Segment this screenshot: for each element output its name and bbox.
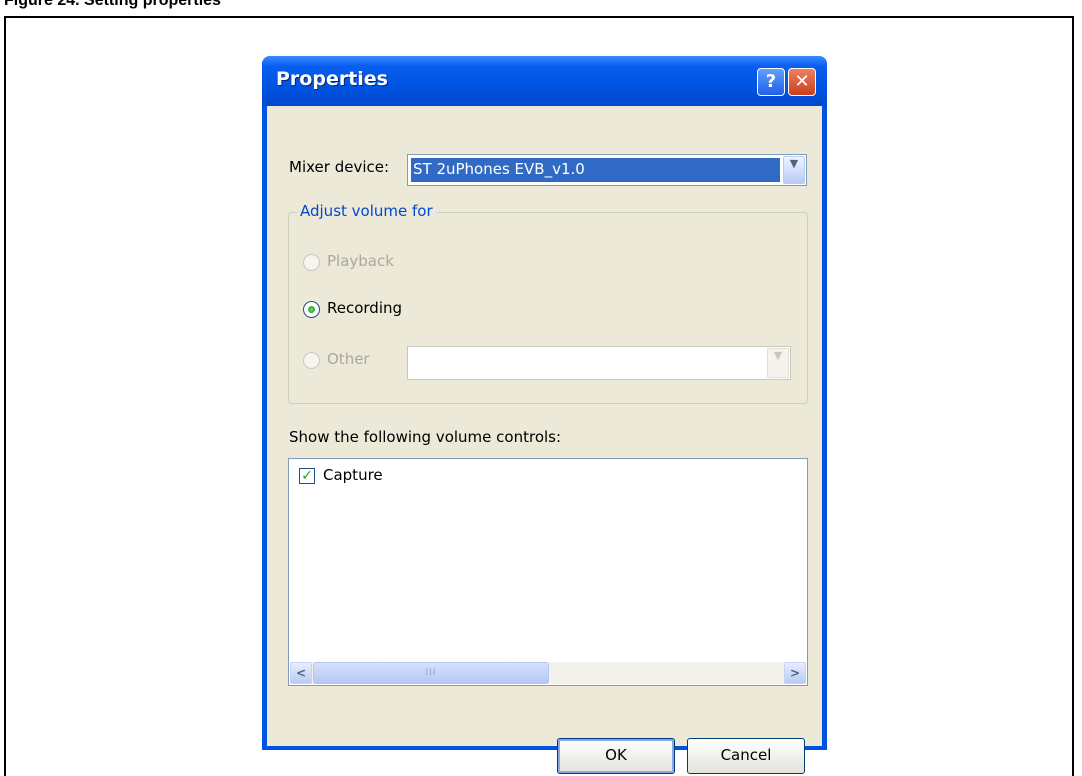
adjust-volume-title: Adjust volume for — [297, 202, 436, 220]
horizontal-scrollbar[interactable]: < III > — [290, 662, 806, 684]
close-icon: ✕ — [794, 71, 810, 92]
dialog-title: Properties — [276, 68, 388, 90]
cancel-button[interactable]: Cancel — [687, 738, 805, 774]
mixer-device-label: Mixer device: — [289, 158, 390, 176]
scroll-left-button[interactable]: < — [290, 662, 312, 684]
recording-label: Recording — [327, 299, 403, 317]
playback-radio[interactable] — [303, 254, 320, 271]
recording-radio[interactable] — [303, 301, 320, 318]
capture-checkbox[interactable]: ✓ — [299, 468, 315, 484]
help-button[interactable]: ? — [757, 68, 785, 96]
ok-button[interactable]: OK — [557, 738, 675, 774]
chevron-down-icon[interactable]: ▼ — [767, 348, 789, 378]
title-bar[interactable]: Properties ? ✕ — [262, 56, 827, 106]
close-button[interactable]: ✕ — [788, 68, 816, 96]
scroll-thumb[interactable]: III — [313, 662, 549, 684]
chevron-down-icon[interactable]: ▼ — [783, 156, 805, 184]
capture-label: Capture — [323, 466, 383, 484]
mixer-device-select[interactable]: ST 2uPhones EVB_v1.0 ▼ — [407, 154, 807, 186]
dialog-client-area: Mixer device: ST 2uPhones EVB_v1.0 ▼ Adj… — [267, 106, 822, 774]
properties-dialog: Properties ? ✕ Mixer device: ST 2uPhones… — [262, 56, 827, 774]
mixer-device-value: ST 2uPhones EVB_v1.0 — [411, 158, 780, 182]
volume-controls-list[interactable]: ✓ Capture < III > — [288, 458, 808, 686]
help-icon: ? — [765, 71, 777, 92]
radio-selected-dot — [308, 306, 315, 313]
chevron-left-icon: < — [295, 666, 307, 680]
playback-label: Playback — [327, 252, 394, 270]
figure-caption: Figure 24. Setting properties — [4, 0, 221, 9]
volume-controls-label: Show the following volume controls: — [289, 428, 562, 446]
grip-icon: III — [425, 668, 437, 678]
other-radio[interactable] — [303, 352, 320, 369]
other-select[interactable]: ▼ — [407, 346, 791, 380]
other-label: Other — [327, 350, 370, 368]
chevron-right-icon: > — [789, 666, 801, 680]
scroll-right-button[interactable]: > — [784, 662, 806, 684]
